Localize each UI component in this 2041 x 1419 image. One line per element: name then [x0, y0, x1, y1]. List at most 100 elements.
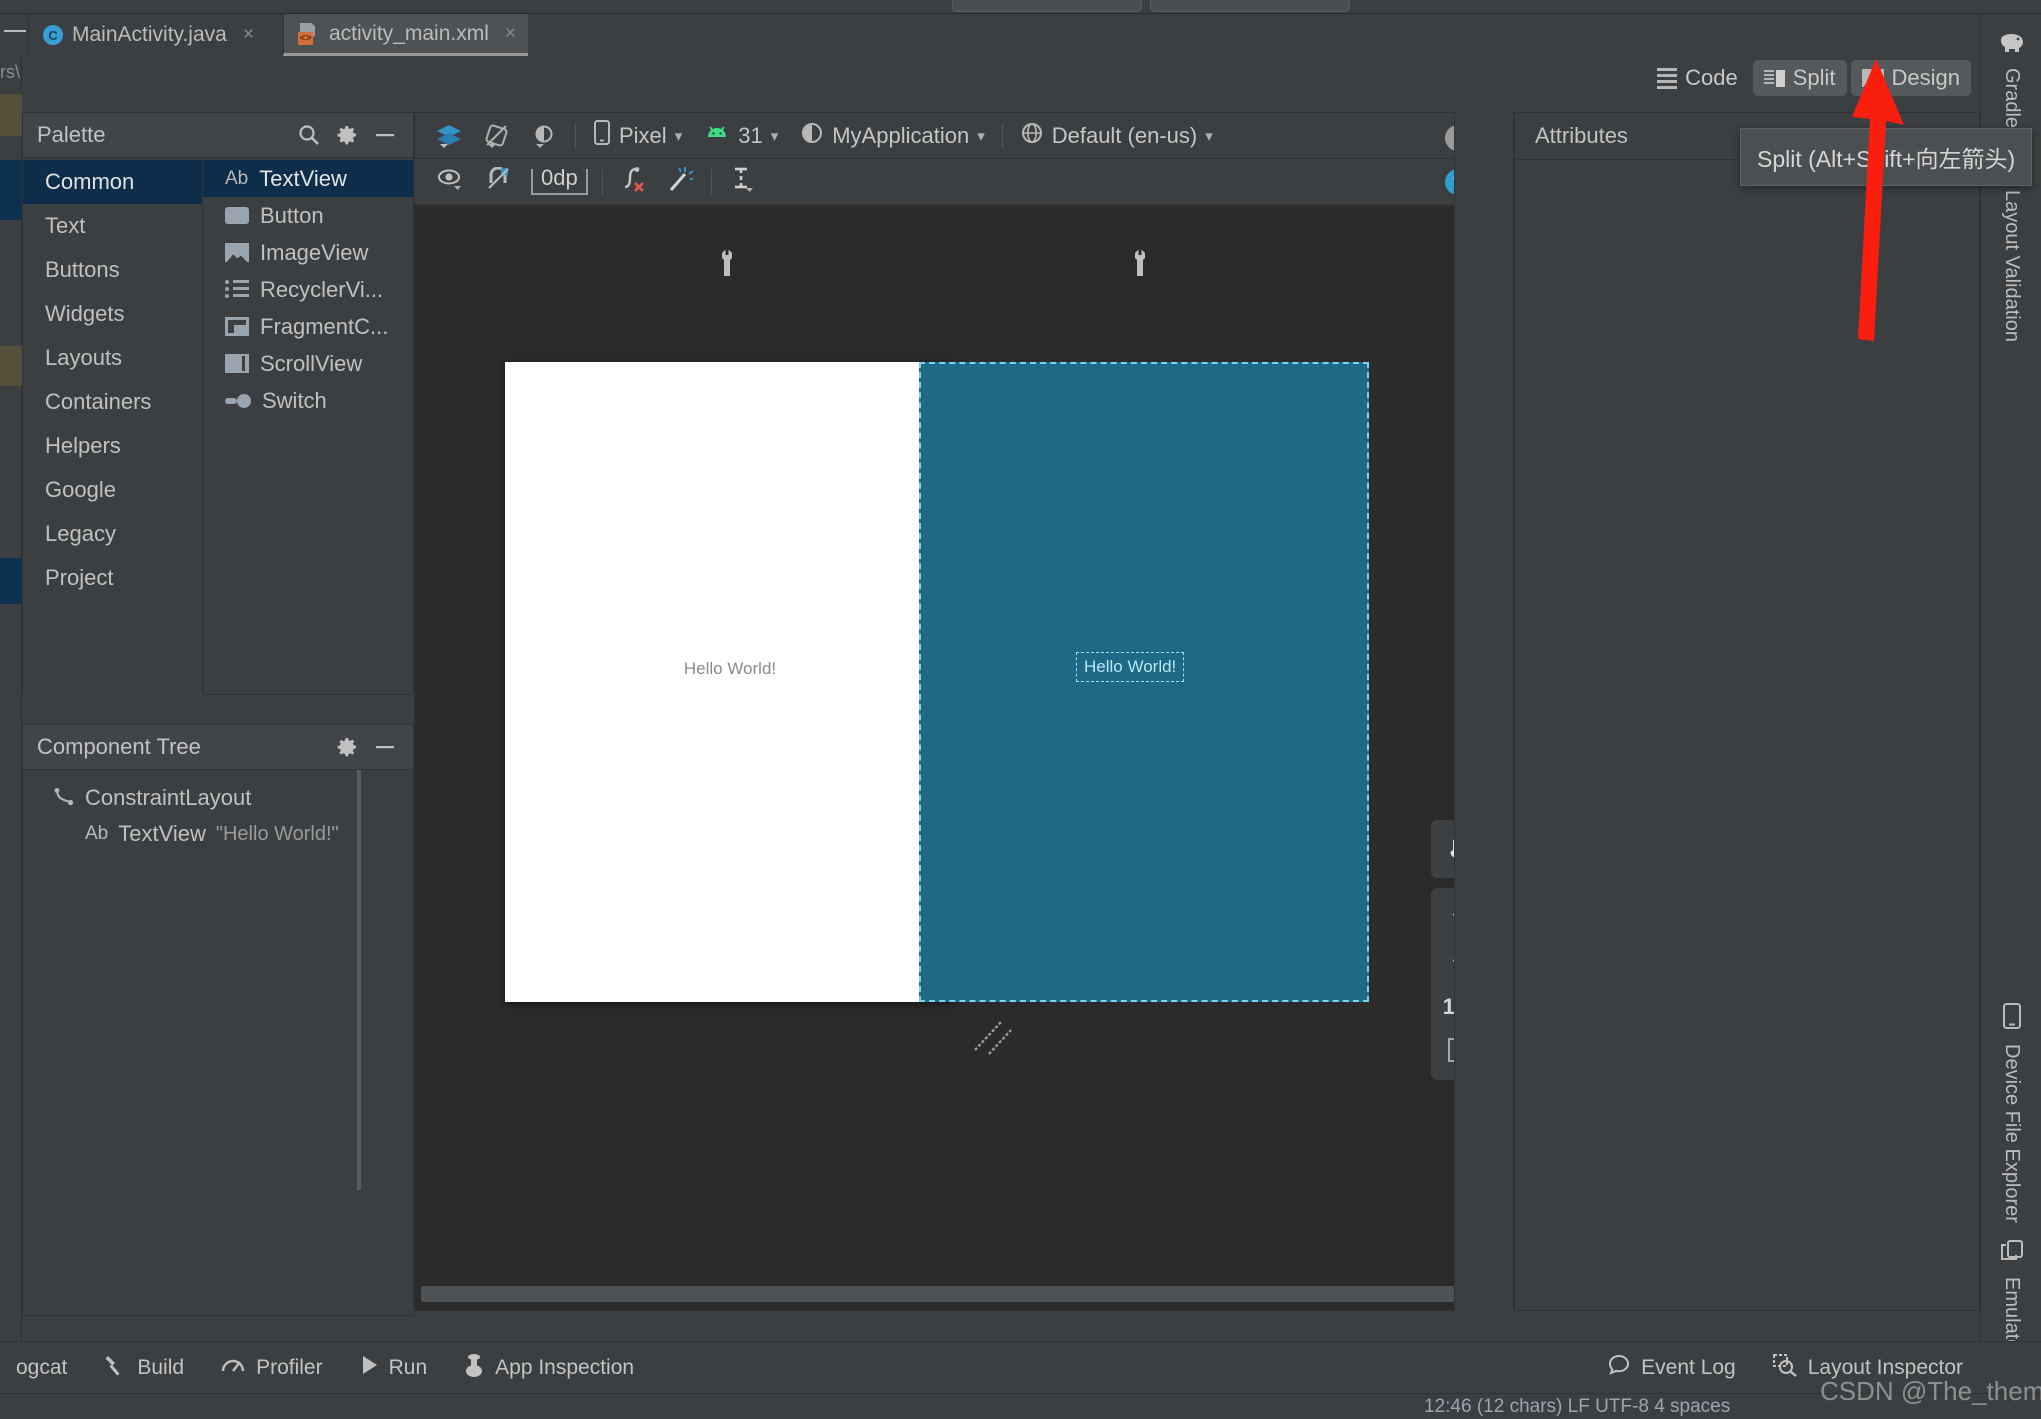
palette-category-layouts[interactable]: Layouts: [23, 336, 202, 380]
left-edge-strip: [0, 56, 22, 1341]
bottom-item-app-inspection[interactable]: App Inspection: [445, 1352, 652, 1384]
tool-window-layout-validation[interactable]: Layout Validation: [1981, 190, 2041, 342]
tool-window-label: Device File Explorer: [2001, 1044, 2023, 1223]
guidelines-button[interactable]: [718, 162, 766, 202]
view-toggle-design[interactable]: Design: [1850, 60, 1971, 96]
tab-close-icon[interactable]: ×: [243, 24, 254, 46]
bottom-item-label: App Inspection: [495, 1355, 635, 1379]
tree-node-textview[interactable]: Ab TextView "Hello World!": [23, 816, 413, 852]
tree-node-constraintlayout[interactable]: ConstraintLayout: [23, 780, 413, 816]
design-mode-button[interactable]: [425, 120, 473, 152]
orientation-button[interactable]: [473, 120, 521, 152]
minimize-icon[interactable]: [371, 733, 399, 761]
bottom-item-label: Profiler: [256, 1355, 323, 1379]
search-icon[interactable]: [295, 121, 323, 149]
toolbar-separator: [601, 168, 603, 195]
wrench-icon[interactable]: [1129, 248, 1151, 276]
palette-item-button[interactable]: Button: [203, 197, 413, 234]
tool-window-gradle[interactable]: Gradle: [1981, 32, 2041, 128]
component-tree-scrollbar[interactable]: [357, 770, 361, 1190]
tab-main-activity-java[interactable]: C MainActivity.java ×: [28, 14, 266, 56]
palette-item-fragmentcontainer[interactable]: FragmentC...: [203, 308, 413, 345]
phone-icon: [593, 120, 611, 151]
view-toggle-split[interactable]: Split: [1752, 60, 1847, 96]
view-toggle-code[interactable]: Code: [1646, 60, 1749, 96]
android-studio-window: C MainActivity.java × <> activity_main.x…: [0, 0, 2041, 1419]
palette-category-containers[interactable]: Containers: [23, 380, 202, 424]
tab-close-icon[interactable]: ×: [505, 23, 516, 45]
autoconnect-button[interactable]: [475, 163, 523, 201]
toolbar-separator: [710, 168, 712, 195]
palette-category-buttons[interactable]: Buttons: [23, 248, 202, 292]
palette-category-text[interactable]: Text: [23, 204, 202, 248]
bottom-item-build[interactable]: Build: [85, 1353, 202, 1383]
resize-handle-icon[interactable]: [971, 1016, 1017, 1065]
left-marker-navy-2: [0, 558, 22, 604]
image-icon: [225, 243, 249, 262]
palette-category-google[interactable]: Google: [23, 468, 202, 512]
infer-constraints-button[interactable]: [657, 162, 705, 202]
fragment-icon: [225, 317, 249, 336]
show-constraints-button[interactable]: [425, 163, 475, 201]
wrench-icon[interactable]: [716, 248, 738, 276]
theme-mode-button[interactable]: [521, 120, 569, 152]
palette-title: Palette: [37, 122, 106, 147]
clear-constraints-button[interactable]: [609, 162, 657, 202]
globe-icon: [1020, 121, 1044, 151]
top-toolbar-sliver: [0, 0, 2041, 14]
toolbar-pill-left[interactable]: [952, 0, 1142, 12]
emulator-icon: [1999, 1239, 2025, 1269]
blueprint-hello-world-text[interactable]: Hello World!: [1076, 652, 1185, 682]
tool-window-device-file-explorer[interactable]: Device File Explorer: [1981, 1002, 2041, 1223]
component-tree-panel: Component Tree ConstraintLayout Ab TextV…: [22, 724, 414, 1316]
gear-icon[interactable]: [333, 121, 361, 149]
night-mode-icon: [532, 124, 558, 148]
chevron-down-icon: ▾: [770, 127, 779, 145]
split-button-tooltip: Split (Alt+Shift+向左箭头): [1740, 128, 2033, 186]
locale-selector[interactable]: Default (en-us) ▾: [1009, 117, 1224, 155]
tab-activity-main-xml[interactable]: <> activity_main.xml ×: [283, 14, 528, 56]
device-preview-render[interactable]: Hello World!: [505, 362, 955, 1002]
palette-category-common[interactable]: Common: [23, 160, 202, 204]
minimize-icon[interactable]: [371, 121, 399, 149]
constraint-toolbar: 0dp ?: [414, 159, 1514, 205]
hide-panel-icon[interactable]: [4, 30, 26, 32]
palette-category-widgets[interactable]: Widgets: [23, 292, 202, 336]
palette-category-project[interactable]: Project: [23, 556, 202, 600]
component-tree-title: Component Tree: [37, 734, 201, 759]
palette-item-list: Ab TextView Button ImageView RecyclerVi.…: [203, 158, 413, 695]
gear-icon[interactable]: [333, 733, 361, 761]
default-margin-button[interactable]: 0dp: [531, 165, 588, 195]
clear-constraints-icon: [620, 166, 646, 198]
device-selector[interactable]: Pixel ▾: [582, 116, 693, 155]
view-toggle-label: Code: [1685, 65, 1738, 90]
design-surface-toolbar: Pixel ▾ 31 ▾ MyApplication ▾ Default (en…: [414, 112, 1514, 159]
palette-item-imageview[interactable]: ImageView: [203, 234, 413, 271]
bottom-item-run[interactable]: Run: [341, 1354, 446, 1382]
bottom-item-logcat[interactable]: ogcat: [0, 1356, 85, 1380]
bottom-item-event-log[interactable]: Event Log: [1589, 1353, 1754, 1383]
toolbar-pill-right[interactable]: [1150, 0, 1350, 12]
device-preview-blueprint[interactable]: Hello World!: [919, 362, 1369, 1002]
palette-category-legacy[interactable]: Legacy: [23, 512, 202, 556]
code-lines-icon: [1657, 67, 1678, 89]
bottom-tool-bar: ogcat Build Profiler Run App Inspection: [0, 1341, 2041, 1393]
tool-window-emulator[interactable]: Emulator: [1981, 1239, 2041, 1357]
palette-item-textview[interactable]: Ab TextView: [203, 160, 413, 197]
palette-item-recyclerview[interactable]: RecyclerVi...: [203, 271, 413, 308]
theme-selector[interactable]: MyApplication ▾: [789, 117, 995, 155]
bottom-item-profiler[interactable]: Profiler: [202, 1354, 341, 1382]
hammer-icon: [103, 1353, 127, 1383]
view-toggle-label: Split: [1792, 65, 1836, 90]
palette-item-switch[interactable]: Switch: [203, 382, 413, 419]
component-tree-header: Component Tree: [23, 725, 413, 770]
canvas-horizontal-scrollbar[interactable]: [421, 1286, 1483, 1302]
design-canvas[interactable]: Hello World! Hello World! + − 1:1: [414, 205, 1514, 1311]
palette-item-label: TextView: [259, 165, 347, 191]
palette-item-scrollview[interactable]: ScrollView: [203, 345, 413, 382]
palette-item-label: Switch: [262, 387, 327, 413]
view-toggle-label: Design: [1891, 65, 1960, 90]
left-marker-olive-1: [0, 94, 22, 136]
palette-category-helpers[interactable]: Helpers: [23, 424, 202, 468]
api-selector[interactable]: 31 ▾: [693, 119, 789, 153]
